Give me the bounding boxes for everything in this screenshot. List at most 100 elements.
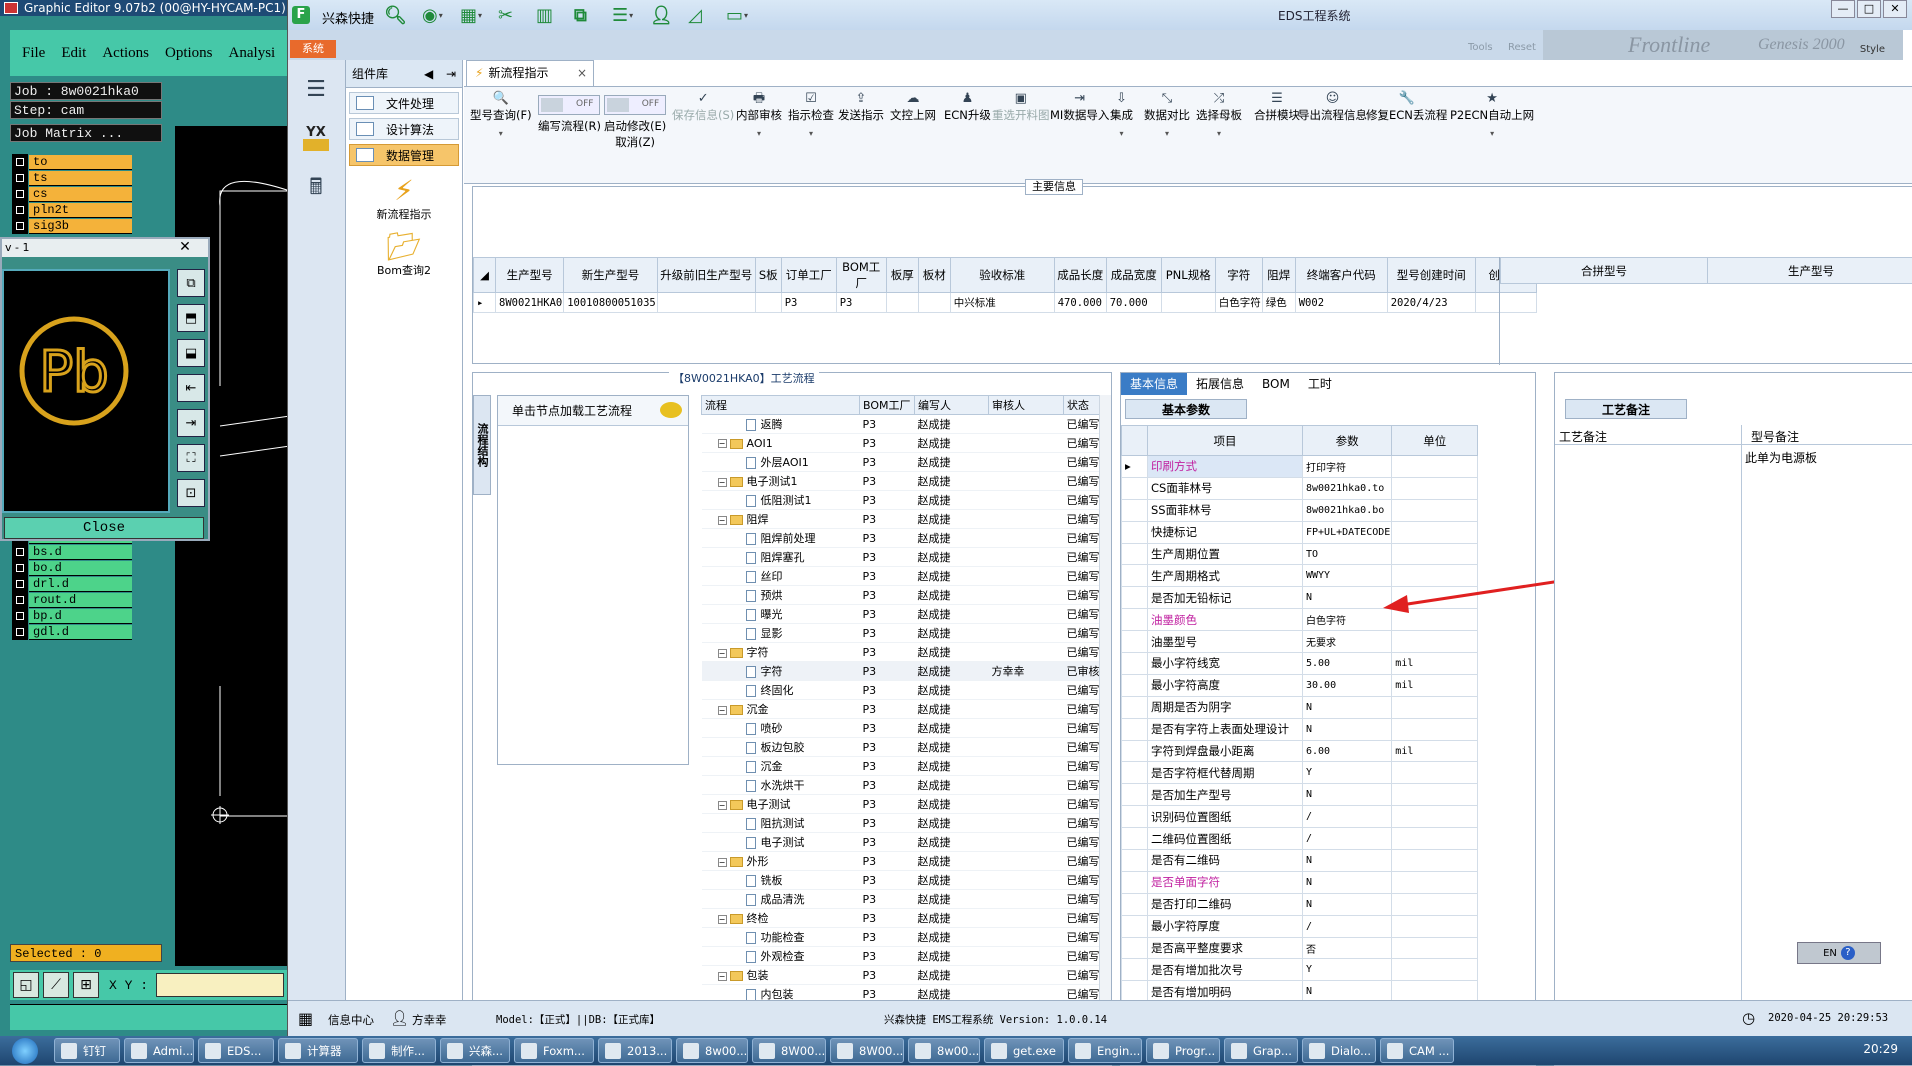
table-icon[interactable]: ▦▾ [460, 4, 492, 26]
layer-row[interactable]: sig3b [12, 218, 132, 234]
flow-tree-row[interactable]: 预烘P3赵成捷已编写 [702, 586, 1112, 605]
collapse-left-icon[interactable]: ◀ [424, 60, 433, 88]
param-value[interactable]: N [1303, 718, 1392, 740]
bom-query-shortcut[interactable]: 📂︎ Bom查询2 [346, 232, 462, 278]
main-info-cell[interactable] [886, 293, 918, 313]
flow-tree-row[interactable]: −电子测试P3赵成捷已编写 [702, 795, 1112, 814]
ribbon-item[interactable]: ☁文控上网 [890, 91, 936, 123]
flow-tree-row[interactable]: 阻抗测试P3赵成捷已编写 [702, 814, 1112, 833]
flow-tree-row[interactable]: 喷砂P3赵成捷已编写 [702, 719, 1112, 738]
param-value[interactable]: 否 [1303, 937, 1392, 959]
dropdown-icon[interactable]: ▾ [470, 129, 532, 138]
param-value[interactable]: 打印字符 [1303, 456, 1392, 478]
param-value[interactable]: 30.00 [1303, 674, 1392, 696]
main-info-col-header[interactable]: 型号创建时间 [1387, 258, 1475, 293]
flow-tree-row[interactable]: 返腾P3赵成捷已编写 [702, 415, 1112, 434]
collapse-icon[interactable]: − [718, 915, 727, 924]
main-info-cell[interactable]: 绿色 [1262, 293, 1295, 313]
param-value[interactable]: / [1303, 806, 1392, 828]
taskbar-item[interactable]: 兴森... [440, 1038, 510, 1063]
param-value[interactable]: Y [1303, 762, 1392, 784]
params-row[interactable]: 是否有字符上表面处理设计N [1122, 718, 1478, 740]
param-value[interactable]: 8w0021hka0.to [1303, 477, 1392, 499]
import-icon[interactable]: ⇤ [177, 374, 205, 402]
layer-checkbox[interactable] [12, 592, 28, 608]
params-row[interactable]: 二维码位置图纸/ [1122, 828, 1478, 850]
layer-up-icon[interactable]: ⬒ [177, 304, 205, 332]
ribbon-item[interactable]: ☺导出流程信息 [1298, 91, 1367, 123]
xy-input[interactable] [156, 973, 284, 997]
params-row[interactable]: ▸印刷方式打印字符 [1122, 456, 1478, 478]
flow-vscrollbar[interactable] [1099, 395, 1111, 1055]
flow-tree-row[interactable]: 显影P3赵成捷已编写 [702, 624, 1112, 643]
view-mode-icon[interactable]: ⧉ [177, 269, 205, 297]
flow-tree-row[interactable]: 板边包胶P3赵成捷已编写 [702, 738, 1112, 757]
layer-row[interactable]: cs [12, 186, 132, 202]
params-row[interactable]: 快捷标记FP+UL+DATECODE [1122, 521, 1478, 543]
param-value[interactable]: N [1303, 850, 1392, 872]
menu-file[interactable]: File [22, 45, 45, 62]
layer-checkbox[interactable] [12, 186, 28, 202]
collapse-icon[interactable]: − [718, 478, 727, 487]
main-info-col-header[interactable]: 升级前旧生产型号 [657, 258, 755, 293]
flow-tree-row[interactable]: 终固化P3赵成捷已编写 [702, 681, 1112, 700]
param-value[interactable]: 8w0021hka0.bo [1303, 499, 1392, 521]
taskbar-item[interactable]: Grap... [1224, 1038, 1298, 1063]
ribbon-item[interactable]: 🔍型号查询(F)▾ [470, 91, 532, 138]
main-info-col-header[interactable]: 成品长度 [1054, 258, 1106, 293]
basic-tab[interactable]: BOM [1253, 373, 1299, 395]
taskbar-item[interactable]: 8W00... [830, 1038, 904, 1063]
start-button[interactable] [0, 1036, 50, 1065]
chart-icon[interactable]: ◿ [688, 4, 720, 26]
layer-row[interactable]: rout.d [12, 592, 132, 608]
library-item-file[interactable]: 文件处理 [349, 92, 459, 114]
document-tab[interactable]: ⚡新流程指示 × [466, 60, 594, 86]
info-center-label[interactable]: 信息中心 [328, 1012, 374, 1028]
layer-checkbox[interactable] [12, 624, 28, 640]
param-value[interactable]: Y [1303, 959, 1392, 981]
collapse-icon[interactable]: − [718, 706, 727, 715]
search-icon[interactable]: 🔍︎ [384, 4, 416, 26]
layer-checkbox[interactable] [12, 218, 28, 234]
taskbar-item[interactable]: Engin... [1068, 1038, 1142, 1063]
basic-tab[interactable]: 拓展信息 [1187, 373, 1253, 395]
params-row[interactable]: 是否有增加批次号Y [1122, 959, 1478, 981]
film-icon[interactable]: ▥ [536, 4, 568, 26]
taskbar-item[interactable]: 8w00... [676, 1038, 748, 1063]
main-info-cell[interactable]: P3 [836, 293, 886, 313]
measure-tool-icon[interactable]: ⟋ [43, 972, 69, 998]
menu-analysis[interactable]: Analysi [229, 45, 276, 62]
flow-tree-row[interactable]: 阻焊前处理P3赵成捷已编写 [702, 529, 1112, 548]
flow-col-header[interactable]: 审核人 [989, 396, 1064, 415]
layer-checkbox[interactable] [12, 154, 28, 170]
params-row[interactable]: 是否单面字符N [1122, 871, 1478, 893]
yx-app-icon[interactable]: YX [294, 118, 338, 160]
layer-row[interactable]: gdl.d [12, 624, 132, 640]
ribbon-item[interactable]: ♟ECN升级 [944, 91, 991, 123]
window-icon[interactable]: ▭▾ [726, 4, 758, 26]
flow-tree-row[interactable]: −终检P3赵成捷已编写 [702, 909, 1112, 928]
toggle-switch[interactable]: OFF [538, 95, 600, 115]
params-row[interactable]: 周期是否为阴字N [1122, 696, 1478, 718]
ribbon-item[interactable]: ⇩集成▾ [1110, 91, 1133, 138]
menu-actions[interactable]: Actions [102, 45, 149, 62]
param-value[interactable]: N [1303, 784, 1392, 806]
layer-row[interactable]: bs.d [12, 544, 132, 560]
layer-row[interactable]: pln2t [12, 202, 132, 218]
main-info-cell[interactable] [657, 293, 755, 313]
flow-tree-row[interactable]: −包装P3赵成捷已编写 [702, 966, 1112, 985]
ribbon-item[interactable]: 🖶内部审核▾ [736, 91, 782, 138]
ribbon-item[interactable]: ⤡数据对比▾ [1144, 91, 1190, 138]
main-info-col-header[interactable]: 订单工厂 [781, 258, 836, 293]
main-info-cell[interactable] [1161, 293, 1215, 313]
params-row[interactable]: 是否字符框代替周期Y [1122, 762, 1478, 784]
main-info-cell[interactable]: 2020/4/23 [1387, 293, 1475, 313]
layer-row[interactable]: bp.d [12, 608, 132, 624]
main-info-col-header[interactable]: 新生产型号 [564, 258, 658, 293]
flow-tree-row[interactable]: −阻焊P3赵成捷已编写 [702, 510, 1112, 529]
main-info-cell[interactable] [755, 293, 781, 313]
main-info-col-header[interactable]: PNL规格 [1161, 258, 1215, 293]
ribbon-item[interactable]: ☑指示检查▾ [788, 91, 834, 138]
params-row[interactable]: CS面菲林号8w0021hka0.to [1122, 477, 1478, 499]
layer-checkbox[interactable] [12, 170, 28, 186]
